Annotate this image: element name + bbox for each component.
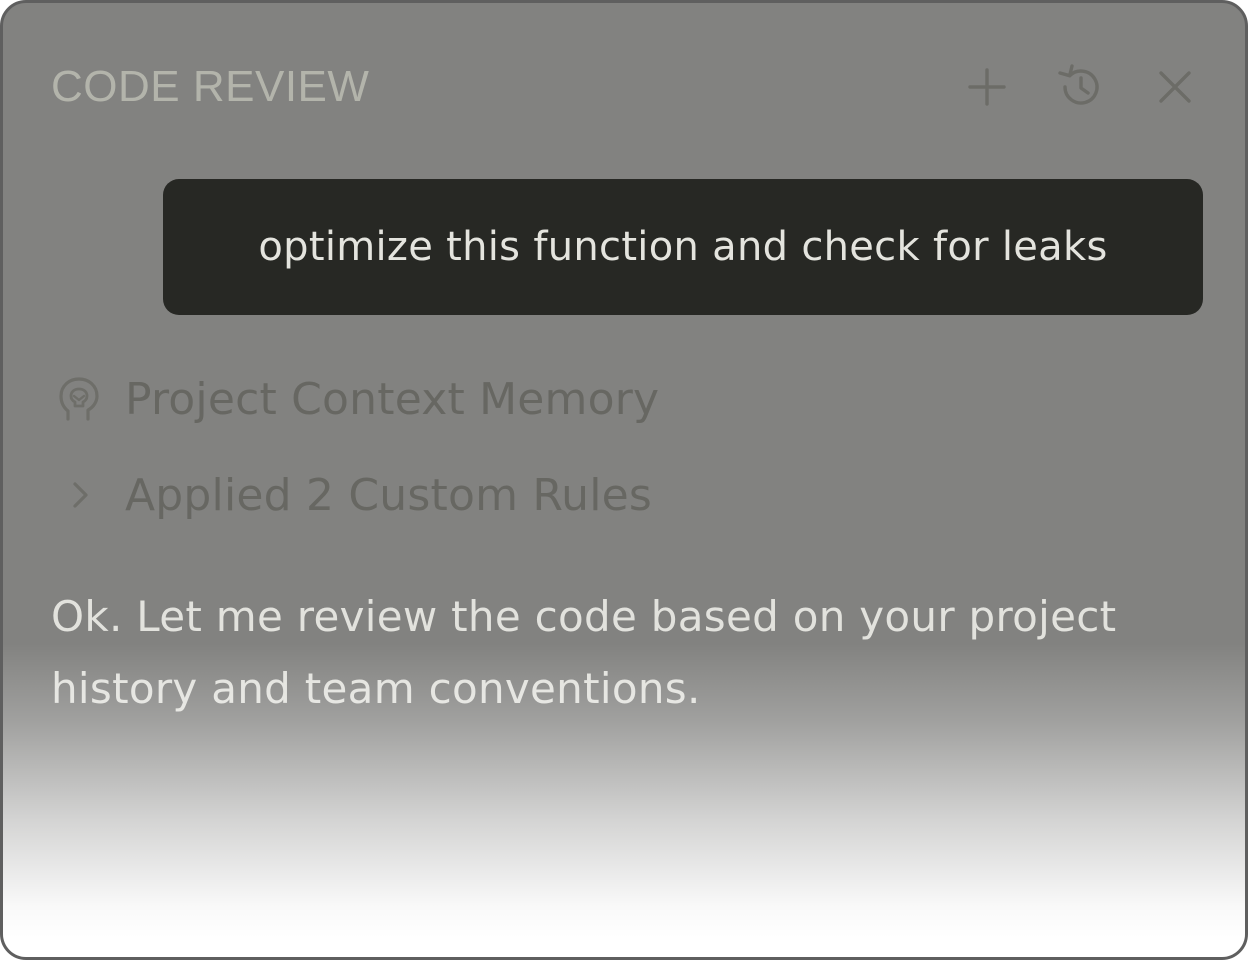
plus-icon: [968, 68, 1006, 106]
history-icon: [1058, 64, 1099, 105]
new-chat-button[interactable]: [961, 61, 1013, 113]
code-review-panel: CODE REVIEW optimize this function and c…: [0, 0, 1248, 960]
custom-rules-label: Applied 2 Custom Rules: [125, 469, 653, 521]
user-message-text: optimize this function and check for lea…: [258, 224, 1108, 270]
header-actions: [961, 61, 1201, 113]
close-icon: [1159, 71, 1191, 103]
panel-title: CODE REVIEW: [51, 62, 370, 111]
custom-rules-toggle[interactable]: Applied 2 Custom Rules: [55, 465, 652, 525]
chevron-right-icon: [55, 471, 103, 519]
assistant-message: Ok. Let me review the code based on your…: [51, 592, 1117, 713]
panel-header: CODE REVIEW: [51, 55, 1201, 119]
history-button[interactable]: [1055, 61, 1107, 113]
brain-head-icon: [55, 375, 103, 423]
project-context-memory-label: Project Context Memory: [125, 373, 660, 425]
project-context-memory[interactable]: Project Context Memory: [55, 369, 659, 429]
user-message-bubble: optimize this function and check for lea…: [163, 179, 1203, 315]
close-button[interactable]: [1149, 61, 1201, 113]
